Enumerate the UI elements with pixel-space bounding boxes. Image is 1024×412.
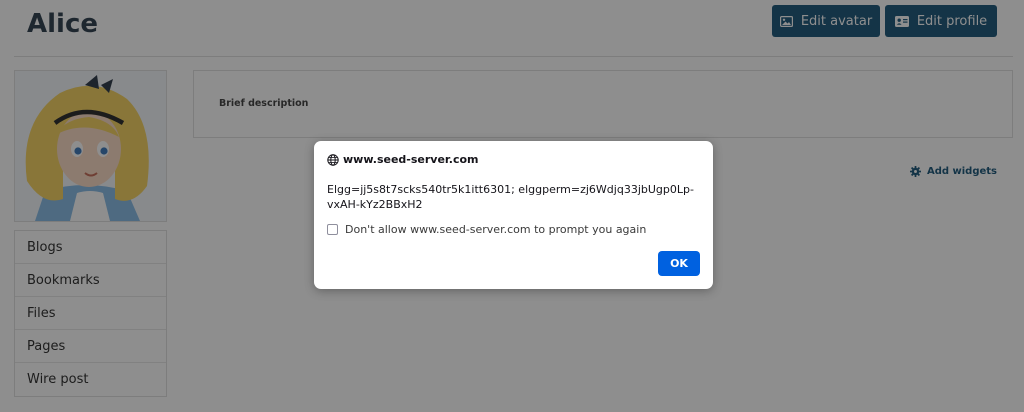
dialog-origin: www.seed-server.com (327, 153, 479, 166)
ok-button[interactable]: OK (658, 251, 700, 276)
globe-icon (327, 153, 339, 166)
dont-allow-label[interactable]: Don't allow www.seed-server.com to promp… (345, 223, 646, 236)
prompt-dialog: www.seed-server.com Elgg=jj5s8t7scks540t… (314, 141, 713, 289)
dialog-message: Elgg=jj5s8t7scks540tr5k1itt6301; elggper… (327, 183, 694, 211)
dialog-origin-text: www.seed-server.com (343, 153, 479, 166)
dont-allow-checkbox[interactable] (327, 224, 338, 235)
profile-page: Alice Edit avatar Edit profile (0, 0, 1024, 412)
dont-allow-row[interactable]: Don't allow www.seed-server.com to promp… (327, 223, 646, 236)
